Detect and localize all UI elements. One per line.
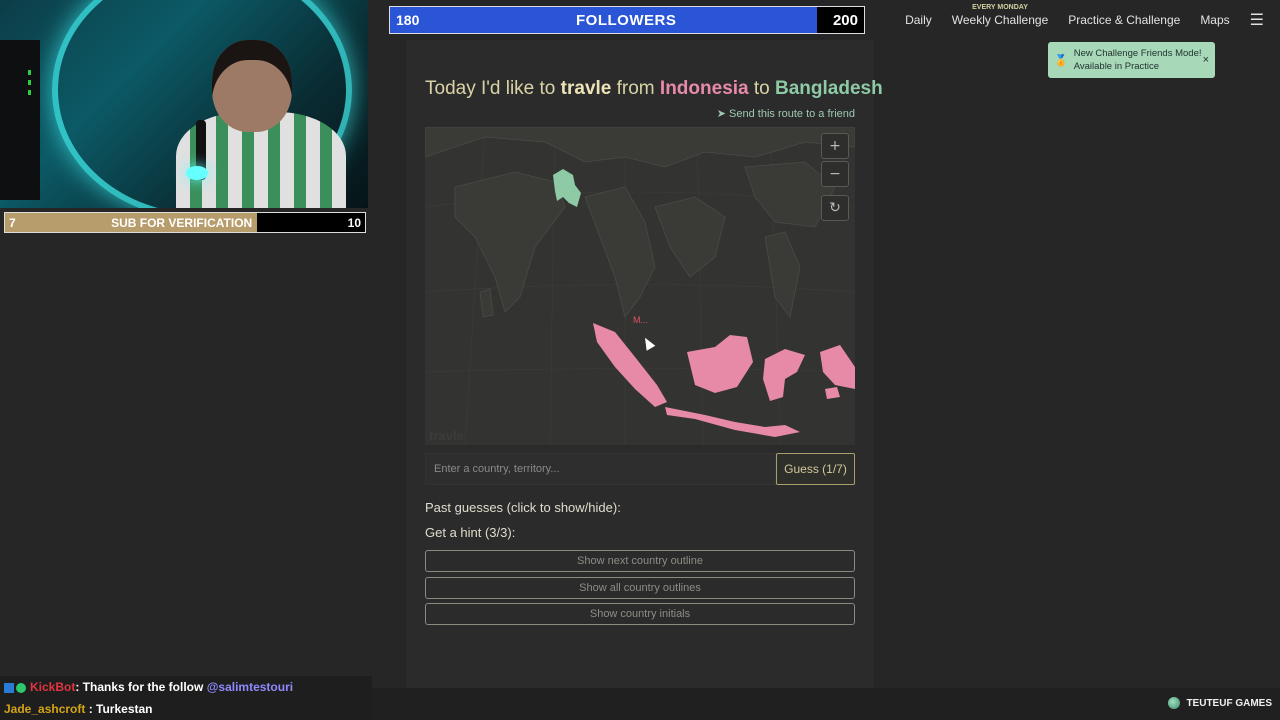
nav-daily[interactable]: Daily: [905, 13, 932, 27]
nav-weekly-challenge[interactable]: EVERY MONDAY Weekly Challenge: [951, 4, 1049, 27]
nav-practice[interactable]: Practice & Challenge: [1068, 13, 1180, 27]
heading-from: from: [611, 78, 660, 99]
sub-goal-bar: 7 SUB FOR VERIFICATION 10: [4, 212, 366, 233]
top-nav: Daily EVERY MONDAY Weekly Challenge Prac…: [905, 0, 1280, 40]
webcam-feed: [0, 0, 368, 208]
stream-chat: KickBot: Thanks for the follow @salimtes…: [0, 676, 372, 720]
guess-button[interactable]: Guess (1/7): [776, 453, 855, 485]
chat-mention: @salimtestouri: [206, 680, 294, 694]
country-input[interactable]: [425, 453, 776, 485]
close-icon[interactable]: ×: [1203, 54, 1209, 66]
followers-label: FOLLOWERS: [576, 11, 677, 29]
followers-goal-bar: 180 FOLLOWERS 200: [389, 6, 865, 34]
heading-to: to: [748, 78, 776, 99]
chat-text: : Turkestan: [85, 702, 153, 716]
globe-icon: [1168, 697, 1181, 709]
toast-line-2: Available in Practice: [1073, 61, 1160, 72]
map-marker-label: M...: [633, 315, 648, 325]
sub-goal-label: SUB FOR VERIFICATION: [111, 215, 253, 230]
notification-toast: 🏅 New Challenge Friends Mode! Available …: [1048, 42, 1215, 78]
chat-username: KickBot: [30, 680, 76, 694]
chat-message: Jade_ashcroft : Turkestan: [4, 702, 153, 716]
hint-title: Get a hint (3/3):: [425, 525, 516, 540]
route-heading: Today I'd like to travle from Indonesia …: [425, 78, 883, 100]
zoom-out-button[interactable]: −: [821, 161, 849, 187]
reset-view-button[interactable]: ↻: [821, 195, 849, 221]
paper-plane-icon: ➤: [716, 108, 730, 120]
hint-initials-button[interactable]: Show country initials: [425, 603, 855, 625]
sub-goal-target: 10: [347, 215, 361, 230]
guess-row: Guess (1/7): [425, 453, 855, 485]
chat-message: KickBot: Thanks for the follow @salimtes…: [4, 680, 293, 694]
start-country: Indonesia: [659, 78, 749, 99]
sub-goal-current: 7: [9, 215, 16, 230]
brand-name: TEUTEUF GAMES: [1186, 697, 1272, 709]
chat-username: Jade_ashcroft: [4, 702, 86, 716]
indonesia-shape: [593, 323, 855, 437]
menu-icon[interactable]: ☰: [1250, 10, 1264, 30]
send-route-link[interactable]: ➤ Send this route to a friend: [717, 107, 855, 120]
heading-brand-word: travle: [560, 78, 612, 99]
map-view[interactable]: + − ↻ M... travle: [425, 127, 855, 445]
medal-icon: 🏅: [1054, 54, 1068, 67]
weekly-tag: EVERY MONDAY: [972, 4, 1028, 11]
bot-badge-icon: [4, 682, 14, 693]
nav-maps[interactable]: Maps: [1200, 13, 1229, 27]
map-canvas: [425, 127, 855, 445]
hint-next-outline-button[interactable]: Show next country outline: [425, 550, 855, 572]
map-watermark: travle: [429, 428, 464, 443]
followers-target: 200: [832, 11, 858, 29]
verified-badge-icon: [16, 682, 26, 693]
weekly-label: Weekly Challenge: [951, 13, 1049, 27]
hint-all-outlines-button[interactable]: Show all country outlines: [425, 577, 855, 599]
followers-current: 180: [396, 12, 420, 28]
zoom-in-button[interactable]: +: [821, 133, 849, 159]
toast-line-1: New Challenge Friends Mode!: [1073, 48, 1202, 59]
brand-badge: TEUTEUF GAMES: [1168, 697, 1272, 709]
target-country: Bangladesh: [775, 78, 883, 99]
heading-text: Today I'd like to: [425, 78, 561, 99]
chat-text: : Thanks for the follow: [75, 680, 207, 694]
send-route-label: Send this route to a friend: [729, 108, 855, 120]
past-guesses-toggle[interactable]: Past guesses (click to show/hide):: [425, 500, 621, 515]
